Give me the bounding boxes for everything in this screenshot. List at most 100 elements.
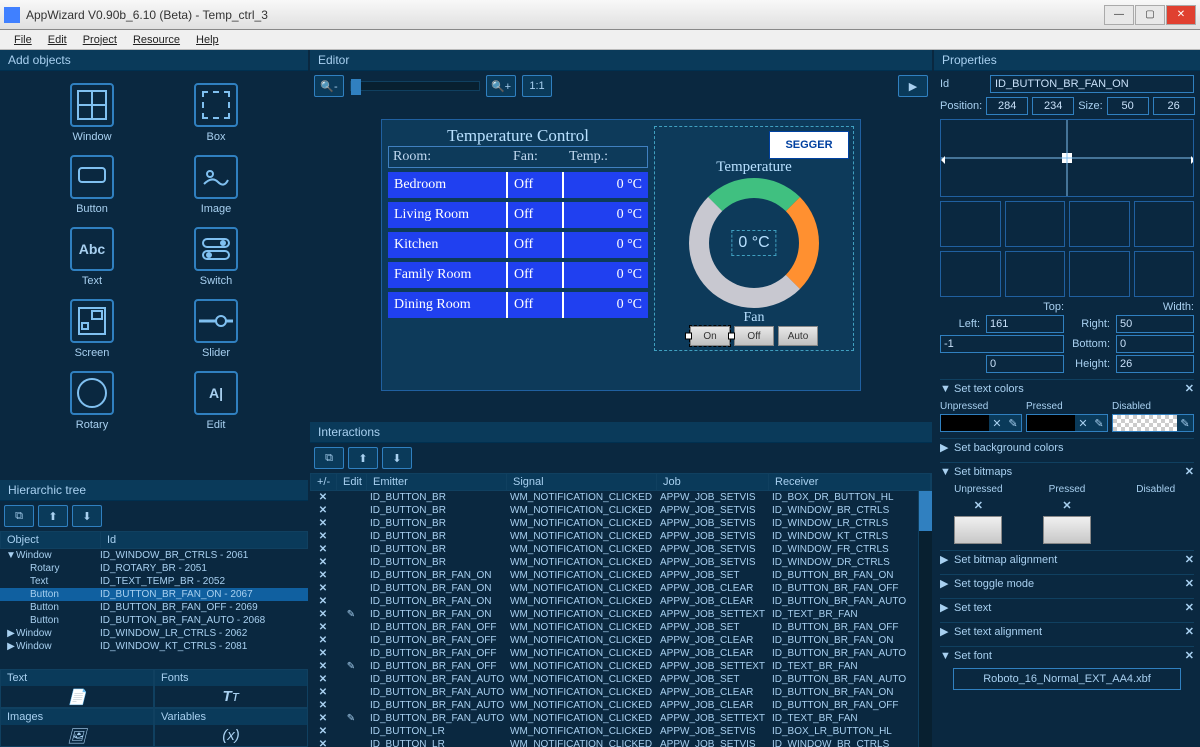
bitmap-pressed[interactable] (1043, 516, 1091, 544)
rotary-icon[interactable] (70, 371, 114, 415)
interaction-row[interactable]: ✕✎ID_BUTTON_BR_FAN_OFFWM_NOTIFICATION_CL… (310, 660, 932, 673)
text-icon[interactable]: Abc (70, 227, 114, 271)
edit-icon[interactable] (336, 673, 366, 686)
font-value[interactable]: Roboto_16_Normal_EXT_AA4.xbf (953, 668, 1182, 690)
prop-id-input[interactable] (990, 75, 1194, 93)
interaction-row[interactable]: ✕ID_BUTTON_BRWM_NOTIFICATION_CLICKEDAPPW… (310, 504, 932, 517)
zoom-ratio-button[interactable]: 1:1 (522, 75, 552, 97)
interaction-row[interactable]: ✕ID_BUTTON_LRWM_NOTIFICATION_CLICKEDAPPW… (310, 725, 932, 738)
delete-icon[interactable]: ✕ (310, 621, 336, 634)
delete-icon[interactable]: ✕ (310, 595, 336, 608)
col-receiver[interactable]: Receiver (769, 474, 931, 490)
align-2[interactable] (1005, 201, 1066, 247)
edit-icon[interactable] (336, 725, 366, 738)
tree-row[interactable]: ButtonID_BUTTON_BR_FAN_OFF - 2069 (0, 601, 308, 614)
delete-icon[interactable]: ✕ (310, 556, 336, 569)
tree-row[interactable]: ButtonID_BUTTON_BR_FAN_ON - 2067 (0, 588, 308, 601)
tree-row[interactable]: ▼WindowID_WINDOW_BR_CTRLS - 2061 (0, 549, 308, 562)
edit-icon[interactable]: ✎ (336, 660, 366, 673)
prop-x[interactable] (986, 97, 1028, 115)
resource-fonts[interactable]: Fonts Tᴛ (154, 669, 308, 708)
delete-icon[interactable]: ✕ (310, 491, 336, 504)
delete-icon[interactable]: ✕ (310, 647, 336, 660)
close-icon[interactable]: ✕ (1185, 382, 1194, 395)
clear-bitmap-icon[interactable]: ✕ (974, 499, 983, 512)
edit-icon[interactable] (336, 699, 366, 712)
delete-icon[interactable]: ✕ (310, 569, 336, 582)
temperature-gauge[interactable]: 0 °C (689, 178, 819, 308)
section-text-colors[interactable]: ▼Set text colors✕ (940, 379, 1194, 397)
align-1[interactable] (940, 201, 1001, 247)
section-toggle[interactable]: ▶Set toggle mode✕ (940, 574, 1194, 592)
edit-icon[interactable] (336, 491, 366, 504)
delete-icon[interactable]: ✕ (310, 673, 336, 686)
col-pm[interactable]: +/- (311, 474, 337, 490)
delete-icon[interactable]: ✕ (310, 517, 336, 530)
delete-icon[interactable]: ✕ (310, 699, 336, 712)
delete-icon[interactable]: ✕ (310, 725, 336, 738)
interaction-row[interactable]: ✕ID_BUTTON_BR_FAN_ONWM_NOTIFICATION_CLIC… (310, 595, 932, 608)
zoom-in-button[interactable]: 🔍+ (486, 75, 516, 97)
align-5[interactable] (940, 251, 1001, 297)
close-icon[interactable]: ✕ (1185, 553, 1194, 566)
tree-down-button[interactable]: ⬇ (72, 505, 102, 527)
box-icon[interactable] (194, 83, 238, 127)
top-input[interactable] (986, 315, 1064, 333)
interaction-row[interactable]: ✕ID_BUTTON_BRWM_NOTIFICATION_CLICKEDAPPW… (310, 491, 932, 504)
fan-auto-button[interactable]: Auto (778, 326, 818, 346)
edit-icon[interactable]: A| (194, 371, 238, 415)
clear-bitmap-icon[interactable]: ✕ (1062, 499, 1071, 512)
align-3[interactable] (1069, 201, 1130, 247)
interaction-row[interactable]: ✕ID_BUTTON_BR_FAN_OFFWM_NOTIFICATION_CLI… (310, 647, 932, 660)
prop-y[interactable] (1032, 97, 1074, 115)
height-input[interactable] (1116, 355, 1194, 373)
edit-icon[interactable] (336, 738, 366, 747)
menu-edit[interactable]: Edit (40, 32, 75, 48)
section-font[interactable]: ▼Set font✕ (940, 646, 1194, 664)
interaction-row[interactable]: ✕ID_BUTTON_BRWM_NOTIFICATION_CLICKEDAPPW… (310, 556, 932, 569)
inter-down-button[interactable]: ⬇ (382, 447, 412, 469)
close-icon[interactable]: ✕ (1185, 625, 1194, 638)
edit-icon[interactable] (336, 556, 366, 569)
zoom-slider[interactable] (350, 81, 480, 91)
edit-icon[interactable]: ✎ (336, 712, 366, 725)
room-row[interactable]: KitchenOff0 °C (388, 232, 648, 258)
inter-up-button[interactable]: ⬆ (348, 447, 378, 469)
delete-icon[interactable]: ✕ (310, 504, 336, 517)
section-text-align[interactable]: ▶Set text alignment✕ (940, 622, 1194, 640)
tree-row[interactable]: ▶WindowID_WINDOW_KT_CTRLS - 2081 (0, 640, 308, 653)
right-input[interactable] (1116, 335, 1194, 353)
menu-file[interactable]: File (6, 32, 40, 48)
maximize-button[interactable]: ▢ (1135, 5, 1165, 25)
prop-w[interactable] (1107, 97, 1149, 115)
room-row[interactable]: Dining RoomOff0 °C (388, 292, 648, 318)
edit-icon[interactable] (336, 621, 366, 634)
left-input[interactable] (940, 335, 1064, 353)
image-icon[interactable] (194, 155, 238, 199)
bitmap-unpressed[interactable] (954, 516, 1002, 544)
interaction-row[interactable]: ✕✎ID_BUTTON_BR_FAN_ONWM_NOTIFICATION_CLI… (310, 608, 932, 621)
inter-copy-button[interactable]: ⧉ (314, 447, 344, 469)
eyedropper-icon[interactable]: ✎ (1177, 415, 1193, 431)
edit-icon[interactable] (336, 569, 366, 582)
eyedropper-icon[interactable]: ✎ (1005, 415, 1021, 431)
interaction-row[interactable]: ✕ID_BUTTON_BR_FAN_ONWM_NOTIFICATION_CLIC… (310, 569, 932, 582)
tree-col-object[interactable]: Object (1, 532, 101, 548)
clear-color-icon[interactable]: ✕ (1075, 415, 1091, 431)
tree-up-button[interactable]: ⬆ (38, 505, 68, 527)
section-bg-colors[interactable]: ▶Set background colors (940, 438, 1194, 456)
menu-resource[interactable]: Resource (125, 32, 188, 48)
button-icon[interactable] (70, 155, 114, 199)
close-icon[interactable]: ✕ (1185, 465, 1194, 478)
close-icon[interactable]: ✕ (1185, 577, 1194, 590)
fan-off-button[interactable]: Off (734, 326, 774, 346)
align-8[interactable] (1134, 251, 1195, 297)
minimize-button[interactable]: — (1104, 5, 1134, 25)
interaction-row[interactable]: ✕ID_BUTTON_BR_FAN_AUTOWM_NOTIFICATION_CL… (310, 673, 932, 686)
menu-project[interactable]: Project (75, 32, 125, 48)
room-row[interactable]: Family RoomOff0 °C (388, 262, 648, 288)
delete-icon[interactable]: ✕ (310, 738, 336, 747)
align-7[interactable] (1069, 251, 1130, 297)
tree-body[interactable]: ▼WindowID_WINDOW_BR_CTRLS - 2061RotaryID… (0, 549, 308, 667)
close-icon[interactable]: ✕ (1185, 649, 1194, 662)
